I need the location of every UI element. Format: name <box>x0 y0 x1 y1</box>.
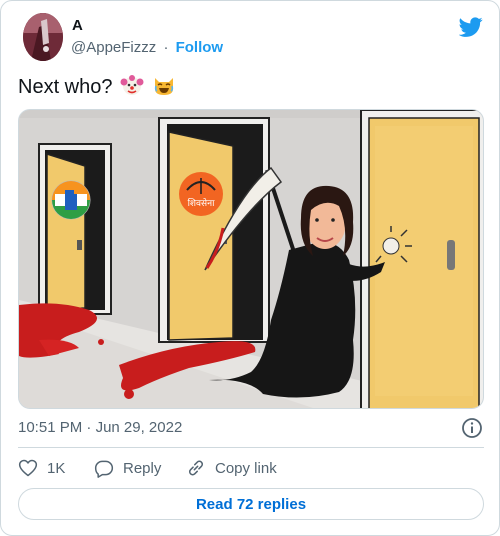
reply-label: Reply <box>123 459 162 477</box>
like-button[interactable]: 1K <box>18 457 65 479</box>
laughing-cat-face-icon <box>154 78 173 95</box>
read-replies-button[interactable]: Read 72 replies <box>18 488 484 520</box>
follow-button[interactable]: Follow <box>176 39 224 56</box>
copy-link-label: Copy link <box>215 459 277 477</box>
info-icon[interactable] <box>461 417 483 439</box>
tweet-text-content: Next who? <box>18 76 113 98</box>
heart-icon <box>18 459 38 477</box>
avatar-image <box>23 13 63 61</box>
tweet-text: Next who? <box>18 73 176 99</box>
author-avatar[interactable] <box>23 13 63 61</box>
like-count: 1K <box>47 459 66 477</box>
author-name[interactable]: A <box>72 17 83 34</box>
tweet-date: Jun 29, 2022 <box>95 419 183 436</box>
tweet-timestamp[interactable]: 10:51 PM · Jun 29, 2022 <box>18 419 182 436</box>
shivsena-logo-text: शिवसेना <box>188 197 216 209</box>
twitter-bird-icon[interactable] <box>459 15 483 39</box>
tweet-card: A @AppeFizzz · Follow Next who? शिवसेना … <box>0 0 500 536</box>
separator-dot: · <box>163 39 169 56</box>
author-handle-row: @AppeFizzz · Follow <box>71 39 223 56</box>
clown-face-icon <box>120 75 144 95</box>
tweet-time: 10:51 PM <box>18 419 83 436</box>
copy-link-button[interactable]: Copy link <box>186 457 277 479</box>
tweet-media[interactable]: शिवसेना <box>18 109 484 409</box>
meme-image: शिवसेना <box>19 110 483 408</box>
tweet-header: A @AppeFizzz · Follow <box>19 13 485 63</box>
divider <box>18 447 484 448</box>
author-handle[interactable]: @AppeFizzz <box>71 39 156 56</box>
timestamp-separator: · <box>86 419 92 436</box>
link-icon <box>188 460 204 476</box>
reply-icon <box>94 460 114 478</box>
reply-button[interactable]: Reply <box>94 457 161 479</box>
